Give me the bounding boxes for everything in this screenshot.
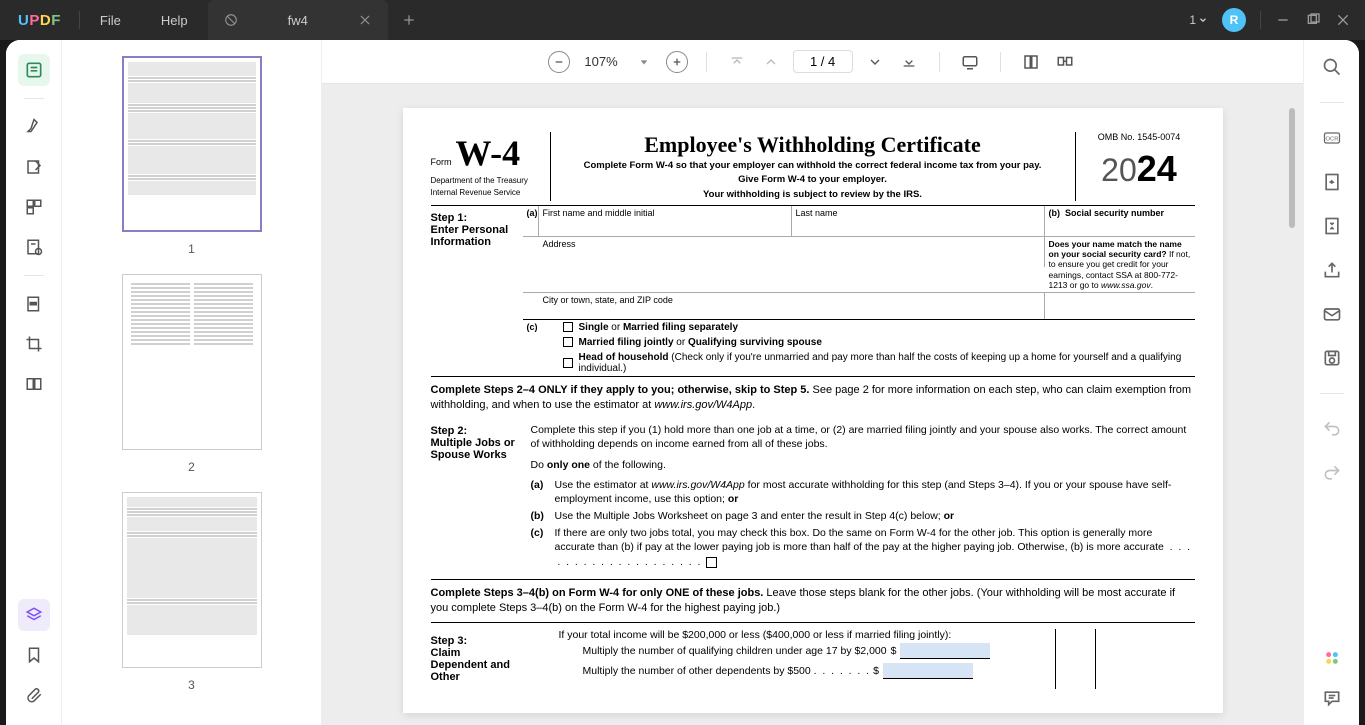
thumbnail-panel: 1 2 — [62, 40, 322, 725]
redo-button[interactable] — [1319, 460, 1345, 486]
other-dependents-amount[interactable] — [883, 663, 973, 679]
thumb-label: 1 — [188, 242, 195, 256]
crop-tool[interactable] — [18, 328, 50, 360]
highlight-tool[interactable] — [18, 111, 50, 143]
page-thumbnail-2[interactable] — [122, 274, 262, 450]
reader-tool[interactable] — [18, 54, 50, 86]
qualifying-children-amount[interactable] — [900, 643, 990, 659]
document-tab[interactable]: fw4 — [208, 0, 388, 40]
form-name: W-4 — [456, 132, 521, 174]
ocr-button[interactable]: OCR — [1319, 125, 1345, 151]
compare-tool[interactable] — [18, 368, 50, 400]
dept-line2: Internal Revenue Service — [431, 188, 542, 198]
thumb-label: 3 — [188, 678, 195, 692]
view-mode-button[interactable] — [1019, 50, 1043, 74]
page-thumbnail-3[interactable] — [122, 492, 262, 668]
compare-view-button[interactable] — [1053, 50, 1077, 74]
close-icon[interactable] — [358, 13, 372, 27]
zoom-level: 107% — [580, 54, 621, 69]
zoom-out-button[interactable] — [548, 51, 570, 73]
save-button[interactable] — [1319, 345, 1345, 371]
left-toolbar — [6, 40, 62, 725]
form-sub1: Complete Form W-4 so that your employer … — [561, 160, 1065, 172]
tab-title: fw4 — [288, 13, 308, 28]
page-input[interactable] — [793, 50, 853, 73]
divider — [1260, 11, 1261, 29]
compress-button[interactable] — [1319, 213, 1345, 239]
form-tool[interactable] — [18, 231, 50, 263]
filing-single[interactable]: Single or Married filing separately — [539, 320, 1195, 335]
search-button[interactable] — [1319, 54, 1345, 80]
form-sub3: Your withholding is subject to review by… — [561, 189, 1065, 201]
page-scroll-area[interactable]: Form W-4 Department of the Treasury Inte… — [322, 84, 1303, 725]
last-page-button[interactable] — [897, 50, 921, 74]
undo-button[interactable] — [1319, 416, 1345, 442]
form-title: Employee's Withholding Certificate — [561, 132, 1065, 158]
last-name-field[interactable]: Last name — [792, 206, 1045, 236]
menu-help[interactable]: Help — [141, 13, 208, 28]
zoom-in-button[interactable] — [666, 51, 688, 73]
notification-count[interactable]: 1 — [1189, 13, 1208, 27]
step3-label: Step 3: Claim Dependent and Other — [431, 629, 523, 689]
svg-text:OCR: OCR — [1325, 137, 1338, 143]
step2c-checkbox[interactable] — [706, 557, 717, 568]
address-field[interactable]: Address — [523, 237, 1045, 267]
filing-married-joint[interactable]: Married filing jointly or Qualifying sur… — [539, 335, 1195, 350]
new-tab-button[interactable] — [388, 13, 430, 27]
pdf-page: Form W-4 Department of the Treasury Inte… — [403, 108, 1223, 713]
edit-tool[interactable] — [18, 151, 50, 183]
dept-line1: Department of the Treasury — [431, 176, 542, 186]
step2-label: Step 2: Multiple Jobs or Spouse Works — [431, 419, 523, 579]
form-label: Form — [431, 157, 452, 167]
menu-file[interactable]: File — [80, 13, 141, 28]
filing-hoh[interactable]: Head of household (Check only if you're … — [539, 350, 1195, 376]
viewer-toolbar: 107% — [322, 40, 1303, 84]
thumb-label: 2 — [188, 460, 195, 474]
ai-button[interactable] — [1319, 645, 1345, 671]
avatar[interactable]: R — [1222, 8, 1246, 32]
share-button[interactable] — [1319, 257, 1345, 283]
instruction-2: Complete Steps 3–4(b) on Form W-4 for on… — [431, 580, 1195, 622]
tab-blocked-icon — [224, 13, 238, 27]
right-toolbar: OCR — [1303, 40, 1359, 725]
form-sub2: Give Form W-4 to your employer. — [561, 174, 1065, 186]
form-year: 2024 — [1084, 148, 1195, 190]
minimize-button[interactable] — [1275, 12, 1291, 28]
app-logo: UPDF — [0, 12, 79, 29]
main-area: 1 2 — [6, 40, 1359, 725]
first-name-field[interactable]: First name and middle initial — [539, 206, 792, 236]
zoom-dropdown[interactable] — [632, 50, 656, 74]
omb-number: OMB No. 1545-0074 — [1084, 132, 1195, 142]
bookmark-tool[interactable] — [18, 639, 50, 671]
scrollbar[interactable] — [1289, 108, 1295, 228]
prev-page-button[interactable] — [759, 50, 783, 74]
convert-button[interactable] — [1319, 169, 1345, 195]
step1-label: Step 1: Enter Personal Information — [431, 206, 523, 376]
instruction-1: Complete Steps 2–4 ONLY if they apply to… — [431, 377, 1195, 419]
layers-tool[interactable] — [18, 599, 50, 631]
close-window-button[interactable] — [1335, 12, 1351, 28]
attachment-tool[interactable] — [18, 679, 50, 711]
page-thumbnail-1[interactable] — [122, 56, 262, 232]
name-match-note: Does your name match the name on your so… — [1045, 237, 1195, 292]
city-field[interactable]: City or town, state, and ZIP code — [523, 293, 1045, 319]
organize-tool[interactable] — [18, 191, 50, 223]
redact-tool[interactable] — [18, 288, 50, 320]
next-page-button[interactable] — [863, 50, 887, 74]
comment-button[interactable] — [1319, 685, 1345, 711]
email-button[interactable] — [1319, 301, 1345, 327]
maximize-button[interactable] — [1305, 12, 1321, 28]
title-bar: UPDF File Help fw4 1 R — [0, 0, 1365, 40]
viewer: 107% Form W-4 — [322, 40, 1303, 725]
first-page-button[interactable] — [725, 50, 749, 74]
presentation-button[interactable] — [958, 50, 982, 74]
ssn-field[interactable]: (b) Social security number — [1045, 206, 1195, 236]
